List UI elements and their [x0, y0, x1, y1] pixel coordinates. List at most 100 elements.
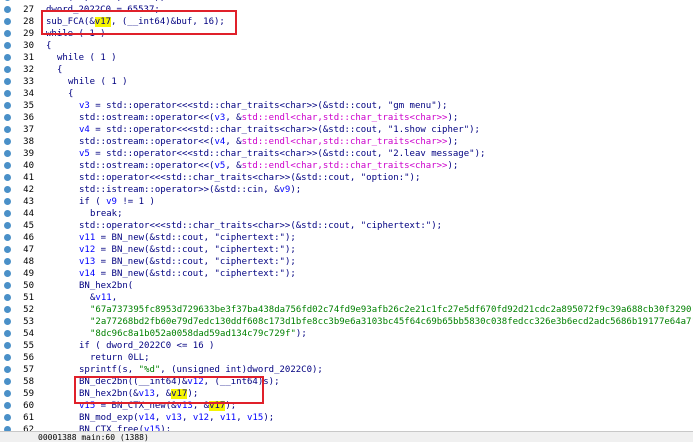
code-line[interactable]: 46 v11 = BN_new(&std::cout, "ciphertext:"…: [0, 232, 693, 244]
breakpoint-dot-icon[interactable]: [4, 318, 11, 325]
breakpoint-dot-icon[interactable]: [4, 402, 11, 409]
code-token[interactable]: );: [447, 113, 458, 123]
breakpoint-dot-icon[interactable]: [4, 414, 11, 421]
code-line[interactable]: 54 "8dc96c8a1b052a0058dad59ad134c79c729f"…: [0, 328, 693, 340]
code-token[interactable]: ,: [112, 293, 117, 303]
breakpoint-dot-icon[interactable]: [4, 42, 11, 49]
code-token[interactable]: std::operator<<<std::char_traits<char>>(…: [79, 221, 361, 231]
code-token[interactable]: , &: [225, 137, 241, 147]
code-token[interactable]: );: [475, 149, 486, 159]
code-token[interactable]: std::ostream::operator<<(: [79, 113, 214, 123]
code-token[interactable]: break;: [90, 209, 123, 219]
code-token[interactable]: "ciphertext:": [214, 269, 284, 279]
code-line[interactable]: 49 v14 = BN_new(&std::cout, "ciphertext:"…: [0, 268, 693, 280]
breakpoint-dot-icon[interactable]: [4, 306, 11, 313]
breakpoint-dot-icon[interactable]: [4, 234, 11, 241]
code-text[interactable]: BN_mod_exp(v14, v13, v12, v11, v15);: [79, 412, 274, 424]
code-token[interactable]: );: [285, 269, 296, 279]
code-token[interactable]: != 1 ): [117, 197, 155, 207]
code-line[interactable]: 48 v13 = BN_new(&std::cout, "ciphertext:"…: [0, 256, 693, 268]
code-token[interactable]: ,: [236, 413, 247, 423]
breakpoint-dot-icon[interactable]: [4, 378, 11, 385]
code-line[interactable]: 33 while ( 1 ): [0, 76, 693, 88]
code-token[interactable]: sprintf(s,: [79, 365, 139, 375]
code-token[interactable]: v12: [79, 245, 95, 255]
code-token[interactable]: {: [57, 65, 62, 75]
code-line[interactable]: 34 {: [0, 88, 693, 100]
code-text[interactable]: "8dc96c8a1b052a0058dad59ad134c79c729f");: [90, 328, 307, 340]
code-token[interactable]: "ciphertext:": [214, 245, 284, 255]
code-text[interactable]: std::ostream::operator<<(v4, &std::endl<…: [79, 136, 458, 148]
code-token[interactable]: v14: [79, 269, 95, 279]
code-token[interactable]: );: [431, 221, 442, 231]
code-token[interactable]: v4: [79, 125, 90, 135]
code-token[interactable]: std::endl<char,std::char_traits<char>>: [242, 137, 448, 147]
code-text[interactable]: BN_hex2bn(: [79, 280, 133, 292]
code-text[interactable]: {: [57, 64, 62, 76]
code-text[interactable]: std::istream::operator>>(&std::cin, &v9)…: [79, 184, 301, 196]
code-token[interactable]: return 0LL;: [90, 353, 150, 363]
breakpoint-dot-icon[interactable]: [4, 222, 11, 229]
code-text[interactable]: "2a77268bd2fb60e79d7edc130ddf608c173d1bf…: [90, 316, 693, 328]
code-token[interactable]: while ( 1 ): [68, 77, 128, 87]
code-token[interactable]: );: [285, 257, 296, 267]
code-token[interactable]: v4: [214, 137, 225, 147]
code-token[interactable]: = BN_new(&std::cout,: [95, 245, 214, 255]
breakpoint-dot-icon[interactable]: [4, 270, 11, 277]
breakpoint-dot-icon[interactable]: [4, 126, 11, 133]
code-line[interactable]: 31 while ( 1 ): [0, 52, 693, 64]
code-token[interactable]: std::operator<<<std::char_traits<char>>(…: [79, 173, 361, 183]
code-text[interactable]: sprintf(s, "%d", (unsigned int)dword_202…: [79, 364, 323, 376]
code-text[interactable]: {: [46, 40, 51, 52]
code-text[interactable]: "67a737395fc8953d729633be3f37ba438da756f…: [90, 304, 693, 316]
code-token[interactable]: = std::operator<<<std::char_traits<char>…: [90, 149, 388, 159]
code-token[interactable]: v13: [79, 257, 95, 267]
breakpoint-dot-icon[interactable]: [4, 390, 11, 397]
code-token[interactable]: std::ostream::operator<<(: [79, 161, 214, 171]
code-token[interactable]: v13: [166, 413, 182, 423]
code-text[interactable]: std::operator<<<std::char_traits<char>>(…: [79, 220, 442, 232]
breakpoint-dot-icon[interactable]: [4, 366, 11, 373]
code-token[interactable]: = std::operator<<<std::char_traits<char>…: [90, 101, 388, 111]
code-text[interactable]: std::operator<<<std::char_traits<char>>(…: [79, 172, 420, 184]
breakpoint-dot-icon[interactable]: [4, 330, 11, 337]
code-text[interactable]: return 0LL;: [90, 352, 150, 364]
breakpoint-dot-icon[interactable]: [4, 282, 11, 289]
breakpoint-dot-icon[interactable]: [4, 138, 11, 145]
code-line[interactable]: 42 std::istream::operator>>(&std::cin, &v…: [0, 184, 693, 196]
code-token[interactable]: v15: [247, 413, 263, 423]
code-token[interactable]: "1.show cipher": [388, 125, 469, 135]
code-token[interactable]: );: [285, 233, 296, 243]
breakpoint-dot-icon[interactable]: [4, 258, 11, 265]
code-token[interactable]: = BN_new(&std::cout,: [95, 269, 214, 279]
code-token[interactable]: = std::operator<<<std::char_traits<char>…: [90, 125, 388, 135]
breakpoint-dot-icon[interactable]: [4, 30, 11, 37]
code-line[interactable]: 51 &v11,: [0, 292, 693, 304]
code-text[interactable]: if ( v9 != 1 ): [79, 196, 155, 208]
breakpoint-dot-icon[interactable]: [4, 0, 11, 1]
code-token[interactable]: std::endl<char,std::char_traits<char>>: [242, 113, 448, 123]
code-token[interactable]: "8dc96c8a1b052a0058dad59ad134c79c729f": [90, 329, 296, 339]
code-token[interactable]: if ( dword_2022C0 <= 16 ): [79, 341, 214, 351]
code-text[interactable]: v13 = BN_new(&std::cout, "ciphertext:");: [79, 256, 296, 268]
code-token[interactable]: v14: [139, 413, 155, 423]
code-token[interactable]: while ( 1 ): [57, 53, 117, 63]
code-token[interactable]: , (unsigned int)dword_2022C0);: [160, 365, 323, 375]
code-token[interactable]: std::ostream::operator<<(: [79, 137, 214, 147]
code-token[interactable]: "option:": [361, 173, 410, 183]
code-token[interactable]: "ciphertext:": [214, 233, 284, 243]
code-token[interactable]: "%d": [139, 365, 161, 375]
code-line[interactable]: 32 {: [0, 64, 693, 76]
breakpoint-dot-icon[interactable]: [4, 342, 11, 349]
code-line[interactable]: 39 v5 = std::operator<<<std::char_traits<…: [0, 148, 693, 160]
code-text[interactable]: break;: [90, 208, 123, 220]
code-text[interactable]: v11 = BN_new(&std::cout, "ciphertext:");: [79, 232, 296, 244]
code-text[interactable]: while ( 1 ): [68, 76, 128, 88]
code-line[interactable]: 41 std::operator<<<std::char_traits<char>…: [0, 172, 693, 184]
code-token[interactable]: "ciphertext:": [214, 257, 284, 267]
code-token[interactable]: std::istream::operator>>(&std::cin, &: [79, 185, 279, 195]
code-token[interactable]: v11: [95, 293, 111, 303]
code-token[interactable]: BN_mod_exp(: [79, 413, 139, 423]
code-line[interactable]: 55 if ( dword_2022C0 <= 16 ): [0, 340, 693, 352]
breakpoint-dot-icon[interactable]: [4, 114, 11, 121]
